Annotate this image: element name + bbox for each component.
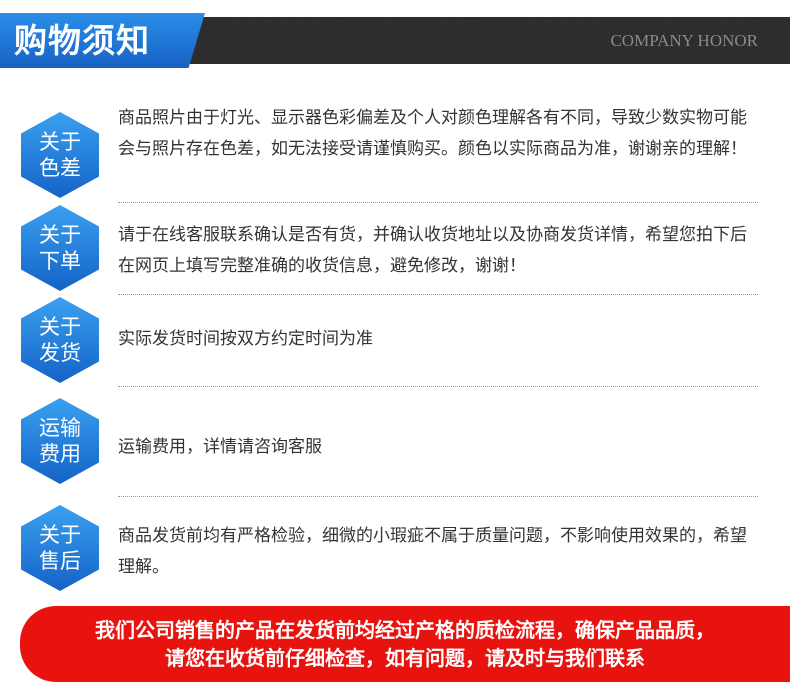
divider bbox=[118, 496, 758, 497]
notice-text: 请于在线客服联系确认是否有货，并确认收货地址以及协商发货详情，希望您拍下后在网页… bbox=[118, 225, 747, 276]
notice-text: 运输费用，详情请咨询客服 bbox=[118, 437, 322, 457]
header: 购物须知 COMPANY HONOR bbox=[0, 0, 790, 92]
notice-text: 商品发货前均有严格检验，细微的小瑕疵不属于质量问题，不影响使用效果的，希望理解。 bbox=[118, 526, 747, 577]
notice-text: 实际发货时间按双方约定时间为准 bbox=[118, 329, 373, 349]
divider bbox=[118, 294, 758, 295]
divider bbox=[118, 386, 758, 387]
page-title: 购物须知 bbox=[14, 21, 150, 60]
banner-line1: 我们公司销售的产品在发货前均经过产格的质检流程，确保产品品质， bbox=[95, 618, 715, 642]
banner-line2: 请您在收货前仔细检查，如有问题，请及时与我们联系 bbox=[165, 646, 645, 670]
badge-line2: 售后 bbox=[39, 549, 81, 573]
divider bbox=[118, 202, 758, 203]
badge-line1: 关于 bbox=[39, 223, 81, 247]
badge-line1: 关于 bbox=[39, 130, 81, 154]
badge-color: 关于 色差 bbox=[21, 112, 99, 198]
badge-line2: 色差 bbox=[39, 156, 81, 180]
badge-order: 关于 下单 bbox=[21, 205, 99, 291]
badge-freight: 运输 费用 bbox=[21, 398, 99, 484]
badge-line1: 运输 bbox=[39, 416, 81, 440]
badge-line2: 下单 bbox=[39, 249, 81, 273]
notice-text: 商品照片由于灯光、显示器色彩偏差及个人对颜色理解各有不同，导致少数实物可能会与照… bbox=[118, 108, 747, 159]
badge-line1: 关于 bbox=[39, 315, 81, 339]
badge-line1: 关于 bbox=[39, 523, 81, 547]
badge-line2: 发货 bbox=[39, 341, 81, 365]
badge-aftersale: 关于 售后 bbox=[21, 505, 99, 591]
quality-banner: 我们公司销售的产品在发货前均经过产格的质检流程，确保产品品质， 请您在收货前仔细… bbox=[20, 606, 790, 682]
badge-line2: 费用 bbox=[39, 442, 81, 466]
badge-shipping: 关于 发货 bbox=[21, 297, 99, 383]
header-subtitle: COMPANY HONOR bbox=[610, 31, 758, 50]
